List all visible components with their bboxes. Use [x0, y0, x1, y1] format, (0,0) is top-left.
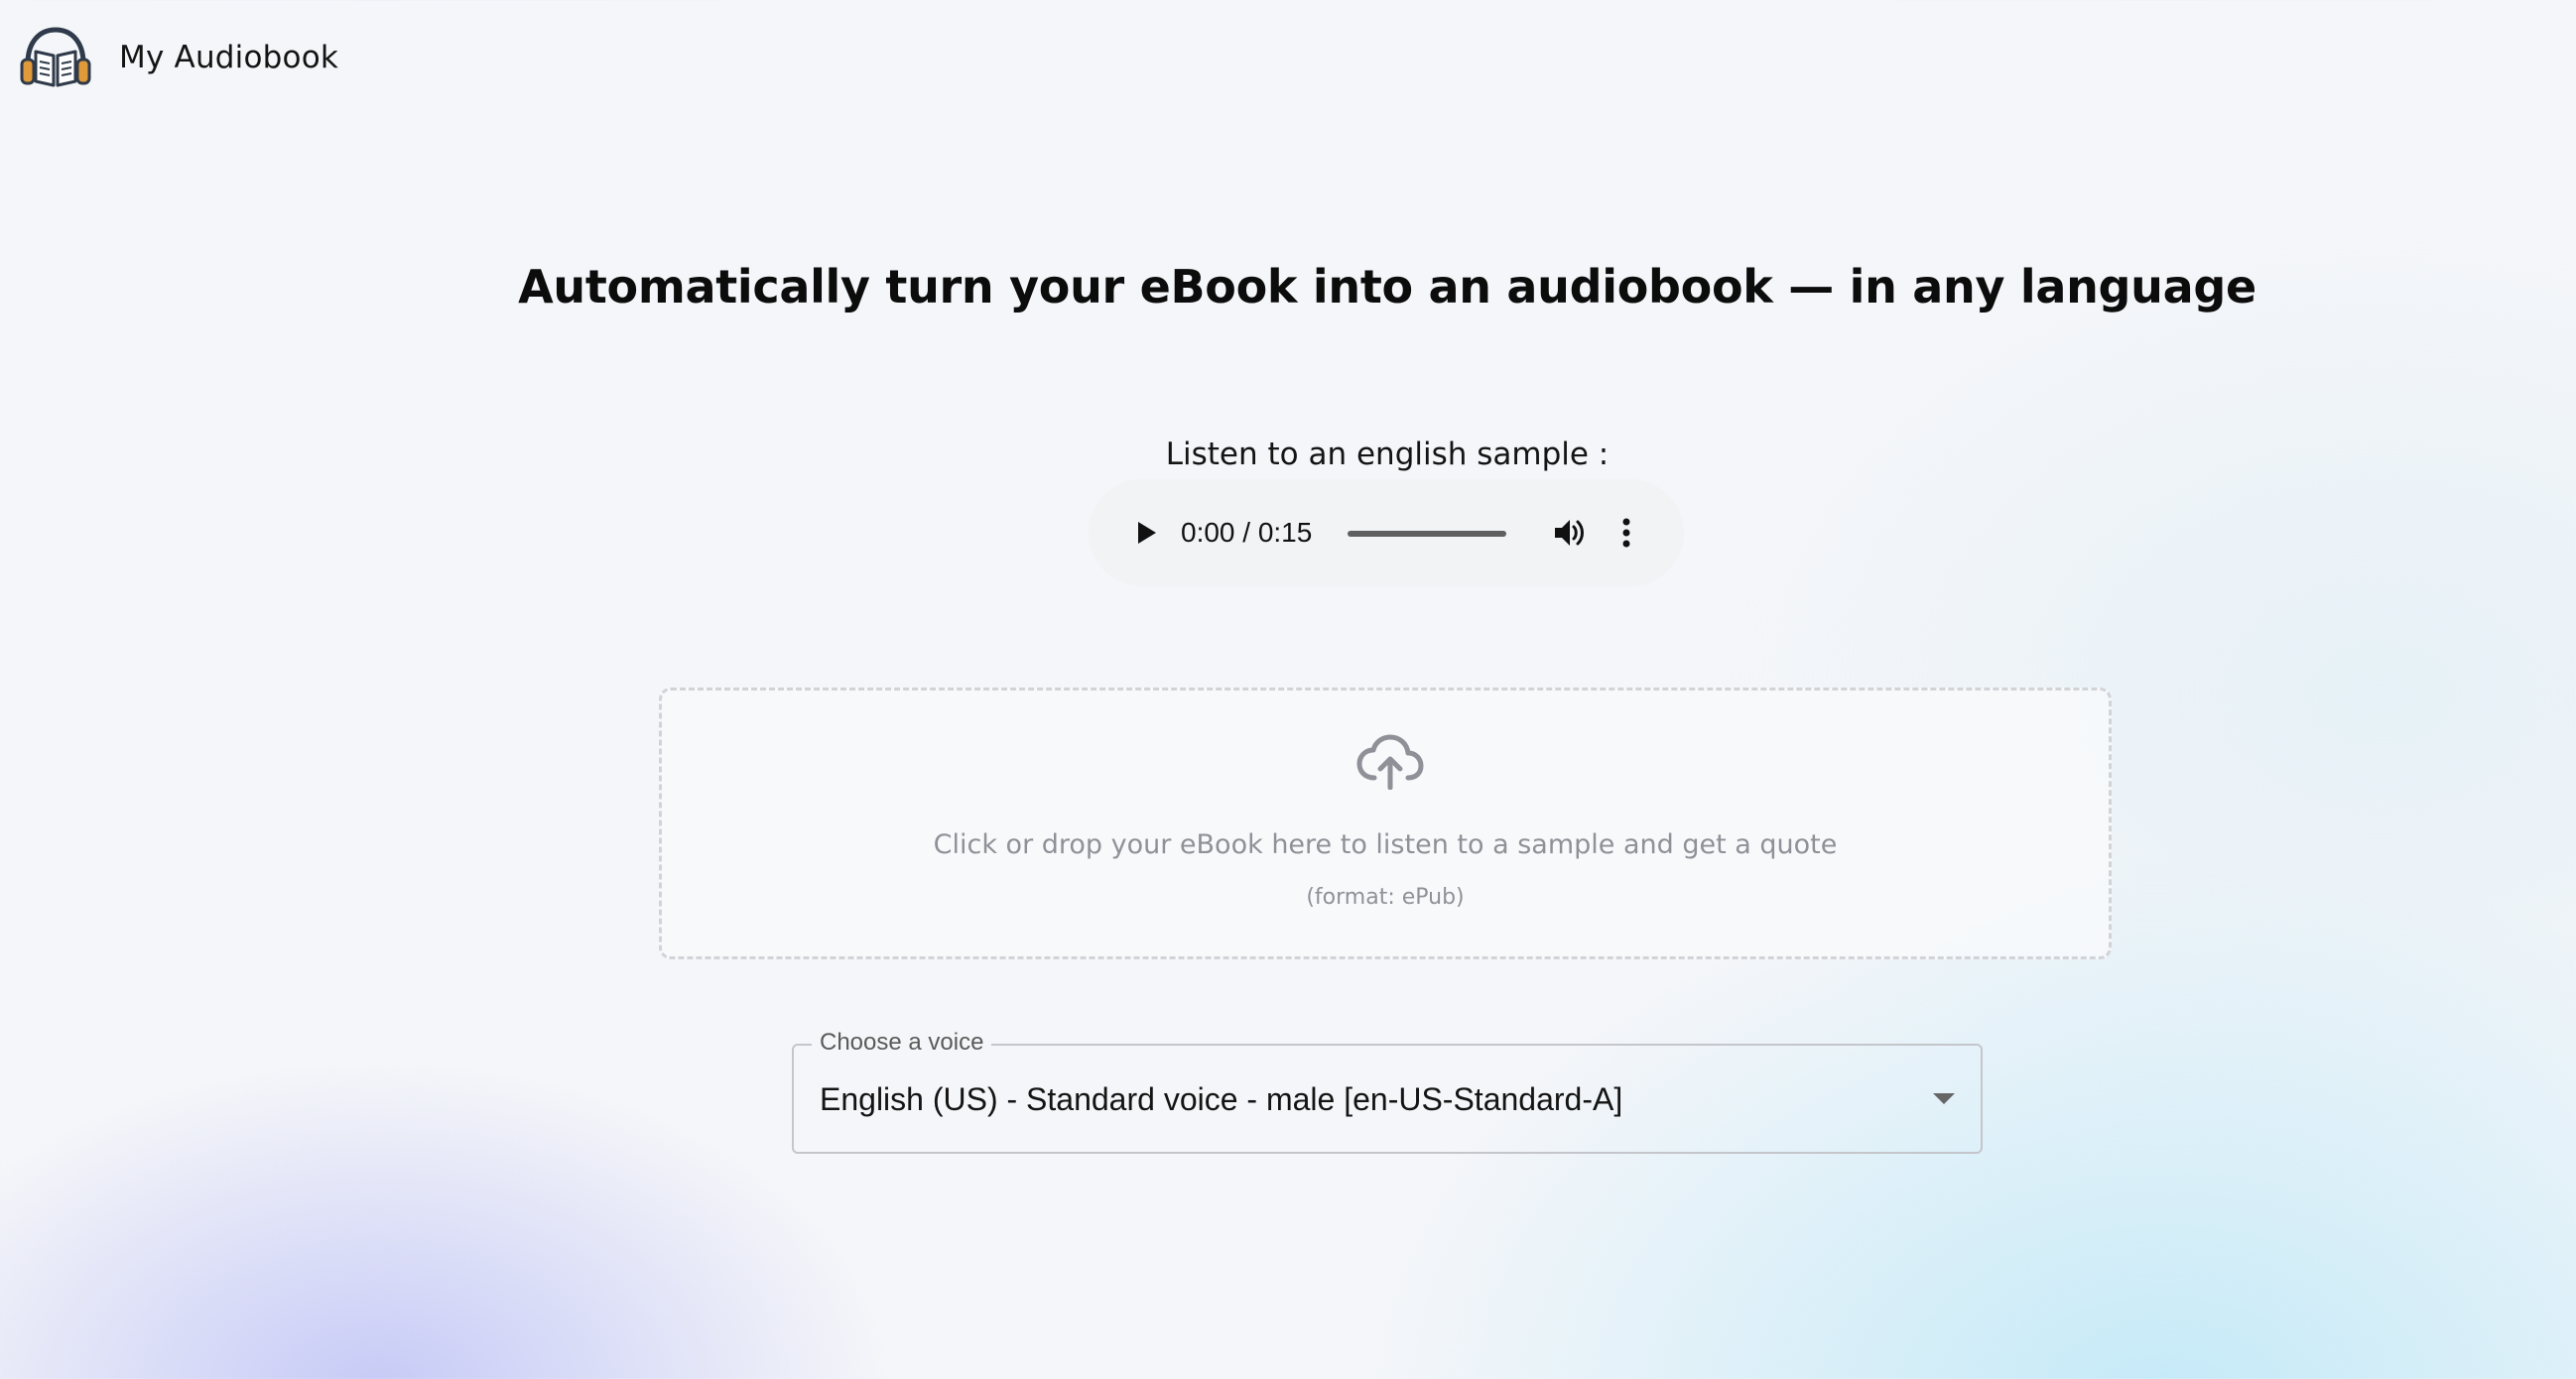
- chevron-down-icon[interactable]: [1933, 1093, 1955, 1104]
- app-title[interactable]: My Audiobook: [119, 40, 338, 75]
- more-options-icon[interactable]: [1618, 515, 1634, 551]
- audio-player: 0:00 / 0:15: [1089, 479, 1684, 586]
- voice-select[interactable]: Choose a voice English (US) - Standard v…: [792, 1029, 1983, 1154]
- app-header: My Audiobook: [20, 26, 338, 89]
- volume-icon[interactable]: [1551, 515, 1587, 551]
- play-icon[interactable]: [1132, 519, 1160, 547]
- seek-bar[interactable]: [1348, 531, 1506, 537]
- headphones-book-icon[interactable]: [20, 26, 91, 89]
- page-title: Automatically turn your eBook into an au…: [518, 260, 2256, 313]
- dropzone-format-hint: (format: ePub): [1306, 885, 1465, 910]
- dropzone-instructions: Click or drop your eBook here to listen …: [933, 829, 1838, 860]
- voice-select-value: English (US) - Standard voice - male [en…: [820, 1081, 1623, 1117]
- ebook-dropzone[interactable]: Click or drop your eBook here to listen …: [659, 688, 2112, 959]
- sample-label: Listen to an english sample :: [1165, 437, 1610, 472]
- cloud-upload-icon: [1356, 734, 1424, 790]
- time-display: 0:00 / 0:15: [1181, 517, 1313, 548]
- voice-select-label: Choose a voice: [812, 1029, 992, 1057]
